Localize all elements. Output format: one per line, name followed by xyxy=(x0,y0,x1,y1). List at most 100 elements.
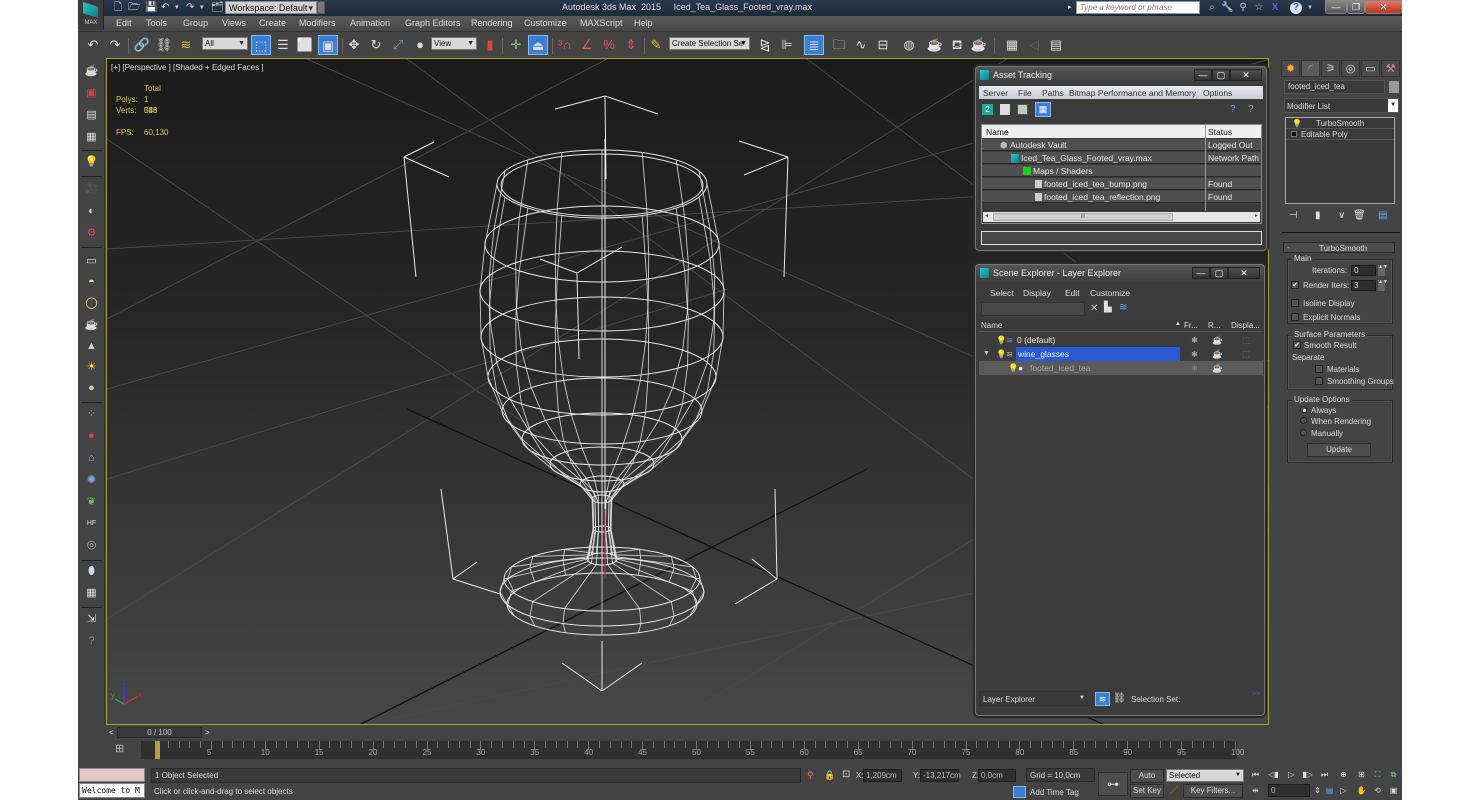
rectangular-selection-icon[interactable]: ⬜ xyxy=(295,35,315,55)
minimize-button[interactable]: — xyxy=(1192,267,1210,279)
always-radio[interactable] xyxy=(1300,406,1307,413)
smoothing-groups-checkbox[interactable] xyxy=(1315,377,1323,385)
remove-modifier-icon[interactable]: 🗑 xyxy=(1353,210,1366,221)
y-coordinate-input[interactable]: -13,217cm xyxy=(920,769,961,782)
z-coordinate-input[interactable]: 0,0cm xyxy=(978,769,1016,782)
window-crossing-button[interactable]: ▣ xyxy=(318,35,338,55)
help-icon[interactable]: ? xyxy=(1230,104,1236,115)
key-mode-dropdown[interactable]: Selected ▼ xyxy=(1166,769,1244,782)
modifier-list-dropdown[interactable]: Modifier List ▼ xyxy=(1284,98,1399,113)
menu-create[interactable]: Create xyxy=(259,18,286,28)
next-frame-button[interactable]: > xyxy=(205,728,210,737)
proxy-icon[interactable]: ⌂ xyxy=(83,451,100,466)
create-tab-icon[interactable]: ✹ xyxy=(1281,60,1300,77)
layer-row[interactable]: 💡 ≋ 0 (default) ❄ ☕ ⬚ xyxy=(979,333,1263,347)
time-slider[interactable]: < 0 / 100 > xyxy=(106,726,1269,739)
camera-icon[interactable]: 🎥 xyxy=(83,182,100,197)
undo-dropdown-icon[interactable]: ▾ xyxy=(175,2,179,14)
snaps-toggle-icon[interactable]: ³∩ xyxy=(555,35,575,55)
zoom-icon[interactable]: ⊕ xyxy=(1338,769,1349,780)
play-icon[interactable]: ▷ xyxy=(1286,769,1297,780)
maximize-button[interactable]: ❐ xyxy=(1347,0,1365,14)
render-iters-spinner[interactable]: 3 xyxy=(1351,280,1376,291)
key-line-icon[interactable]: ⟋ xyxy=(1170,785,1178,798)
time-slider-thumb[interactable]: 0 / 100 xyxy=(117,727,202,738)
key-filters-button[interactable]: Key Filters... xyxy=(1183,784,1243,798)
menu-file[interactable]: File xyxy=(1018,88,1032,98)
motion-tab-icon[interactable]: ◎ xyxy=(1341,60,1360,77)
maximize-button[interactable]: ▢ xyxy=(1210,267,1228,279)
column-divider[interactable] xyxy=(1205,125,1206,211)
render-production-icon[interactable]: ☕ xyxy=(969,35,989,55)
table-row[interactable]: ⬢Autodesk VaultLogged Out ... xyxy=(982,139,1261,162)
schematic-view-icon[interactable]: ⊟ xyxy=(873,35,893,55)
manipulate-icon[interactable]: ✛ xyxy=(506,35,526,55)
menu-views[interactable]: Views xyxy=(222,18,246,28)
selection-lock-icon[interactable]: 🔒 xyxy=(824,770,835,781)
materials-checkbox[interactable] xyxy=(1315,365,1323,373)
add-time-tag[interactable]: Add Time Tag xyxy=(1030,788,1079,797)
particles-icon[interactable]: ⁘ xyxy=(83,407,100,422)
layer-row[interactable]: ▼ 💡 ≋ wine_glasses ❄ ☕ ⬚ xyxy=(979,347,1263,361)
sort-by-layer-button[interactable]: ≋ xyxy=(1095,692,1110,706)
modifier-stack-item[interactable]: Editable Poly xyxy=(1286,129,1394,140)
bind-space-warp-icon[interactable]: ≋ xyxy=(176,35,196,55)
select-and-link-icon[interactable]: 🔗 xyxy=(132,35,152,55)
help-dropdown-icon[interactable]: ▾ xyxy=(1304,2,1316,14)
absolute-mode-icon[interactable]: ⊡ xyxy=(842,769,850,780)
zoom-all-icon[interactable]: ⊞ xyxy=(1356,769,1367,780)
column-name[interactable]: Name xyxy=(981,321,1002,330)
teapot-icon[interactable]: ☕ xyxy=(83,64,100,79)
asset-tracking-titlebar[interactable]: Asset Tracking — ▢ ✕ xyxy=(976,67,1266,84)
ornatrix-icon[interactable]: ◎ xyxy=(83,538,100,553)
exchange-icon[interactable]: X xyxy=(1269,2,1281,14)
isolate-selection-icon[interactable]: ⚲ xyxy=(807,770,814,781)
maxscript-listener-white[interactable]: Welcome to M xyxy=(79,783,145,798)
project-folder-icon[interactable]: 🗂 xyxy=(211,2,224,14)
object-row[interactable]: 💡 ● footed_iced_tea ❄ ☕ xyxy=(979,361,1263,375)
search-expand-icon[interactable]: ▸ xyxy=(1068,2,1072,14)
light-bulb-icon[interactable]: 💡 xyxy=(1292,119,1302,128)
display-tab-icon[interactable]: ▭ xyxy=(1361,60,1380,77)
when-rendering-radio[interactable] xyxy=(1300,417,1307,424)
column-status[interactable]: Status xyxy=(1208,127,1232,137)
hierarchy-tab-icon[interactable]: ⚞ xyxy=(1321,60,1340,77)
spinner-arrows-icon[interactable]: ▲▼ xyxy=(1378,280,1388,291)
reference-coordinate-dropdown[interactable]: View ▼ xyxy=(431,37,477,50)
track-bar[interactable]: 5 10 15 20 25 30 35 40 45 50 55 60 65 70 75 80 85 90 95 100 xyxy=(141,741,1244,759)
light-bulb-icon[interactable]: 💡 xyxy=(996,347,1007,361)
light-lister-icon[interactable]: 💡 xyxy=(83,155,100,170)
render-setup-icon[interactable]: ☕ xyxy=(925,35,945,55)
menu-paths[interactable]: Paths xyxy=(1042,88,1064,98)
expand-plus-icon[interactable] xyxy=(1291,131,1297,137)
undo-icon[interactable]: ↶ xyxy=(83,35,103,55)
turbosmooth-rollout-header[interactable]: - TurboSmooth xyxy=(1283,242,1395,253)
menu-select[interactable]: Select xyxy=(990,288,1014,298)
command-panel-toggle-icon[interactable]: ▤ xyxy=(1046,35,1066,55)
rendered-frame-window-icon[interactable]: ⛾ xyxy=(947,35,967,55)
add-to-layer-icon[interactable]: ≋ xyxy=(1119,302,1127,313)
isoline-display-checkbox[interactable] xyxy=(1291,299,1299,307)
utilities-tab-icon[interactable]: ⚒ xyxy=(1381,60,1400,77)
cone-light-icon[interactable]: ▲ xyxy=(83,339,100,354)
redo-icon[interactable]: ↷ xyxy=(186,2,194,14)
redo-icon[interactable]: ↷ xyxy=(105,35,125,55)
scale-icon[interactable]: ⤢ xyxy=(388,35,408,55)
maximize-viewport-icon[interactable]: ▣ xyxy=(1388,785,1399,796)
menu-edit[interactable]: Edit xyxy=(116,18,132,28)
spinner-arrows-icon[interactable]: ▲▼ xyxy=(1378,265,1388,276)
light-bulb-icon[interactable]: 💡 xyxy=(1008,361,1019,375)
minimize-button[interactable]: — xyxy=(1194,69,1212,81)
quick-access-customize-button[interactable] xyxy=(317,1,325,14)
maximize-button[interactable]: ▢ xyxy=(1212,69,1230,81)
menu-customize[interactable]: Customize xyxy=(524,18,567,28)
previous-frame-button[interactable]: < xyxy=(109,728,114,737)
maxscript-listener-pink[interactable] xyxy=(79,768,145,782)
object-color-swatch[interactable] xyxy=(1389,81,1399,93)
mirror-icon[interactable]: ⧎ xyxy=(755,35,775,55)
binoculars-icon[interactable]: ⌕ xyxy=(1206,2,1218,14)
render-iters-checkbox[interactable]: ✔ xyxy=(1291,281,1299,289)
field-of-view-icon[interactable]: ▷ xyxy=(1338,785,1349,796)
help-icon[interactable]: ? xyxy=(1290,2,1302,14)
displacement-icon[interactable]: ✺ xyxy=(83,473,100,488)
